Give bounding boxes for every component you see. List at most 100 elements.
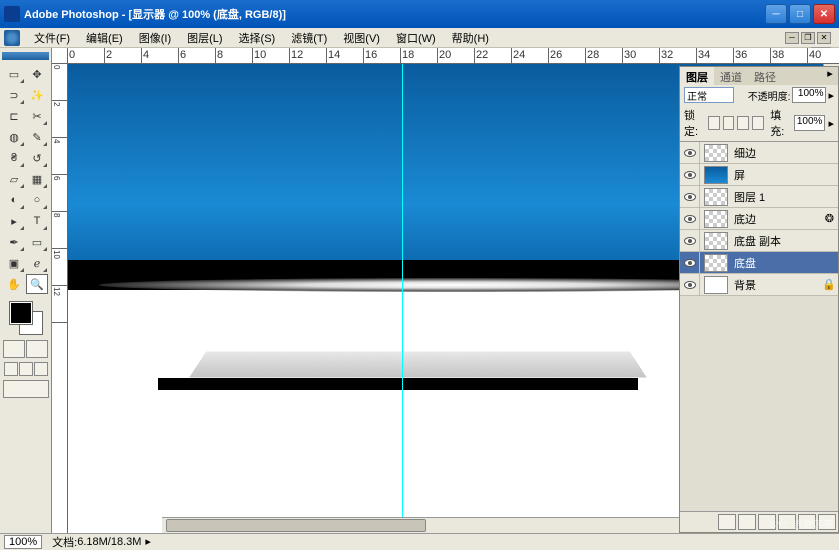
visibility-toggle[interactable] [680,142,700,163]
vertical-guide[interactable] [402,64,403,533]
tab-paths[interactable]: 路径 [748,67,782,85]
menu-image[interactable]: 图像(I) [131,28,179,48]
screen-mode-1[interactable] [4,362,18,376]
type-tool[interactable]: T [26,211,48,231]
layer-name[interactable]: 底盘 [732,255,838,271]
eraser-tool[interactable]: ▱ [3,169,25,189]
screen-mode-3[interactable] [34,362,48,376]
lock-transparency-button[interactable] [708,116,720,130]
layer-row[interactable]: 背景🔒 [680,274,838,296]
layer-row[interactable]: 图层 1 [680,186,838,208]
lock-position-button[interactable] [737,116,749,130]
opacity-input[interactable]: 100% [792,87,826,103]
window-title: Adobe Photoshop - [显示器 @ 100% (底盘, RGB/8… [24,6,286,22]
layer-thumbnail[interactable] [704,166,728,184]
layer-fx-button[interactable] [718,514,736,530]
lock-pixels-button[interactable] [723,116,735,130]
slice-tool[interactable]: ✂ [26,106,48,126]
menu-window[interactable]: 窗口(W) [388,28,444,48]
notes-tool[interactable]: ▣ [3,253,25,273]
fill-flyout-icon[interactable]: ▸ [828,117,834,130]
vertical-ruler[interactable]: 024681012 [52,64,68,533]
h-scroll-thumb[interactable] [166,519,426,532]
minimize-button[interactable]: ─ [765,4,787,24]
menu-view[interactable]: 视图(V) [335,28,388,48]
jump-to-imageready-button[interactable] [3,380,49,398]
layer-base-top-render [189,352,647,378]
path-tool[interactable]: ▸ [3,211,25,231]
layer-row[interactable]: 底盘 [680,252,838,274]
menu-edit[interactable]: 编辑(E) [78,28,131,48]
layer-name[interactable]: 底盘 副本 [732,233,838,249]
menu-help[interactable]: 帮助(H) [444,28,497,48]
lock-all-button[interactable] [752,116,764,130]
lasso-tool[interactable]: ⊃ [3,85,25,105]
layer-row[interactable]: 底边❂ [680,208,838,230]
crop-tool[interactable]: ⊏ [3,106,25,126]
layer-row[interactable]: 屏 [680,164,838,186]
quickmask-mode-button[interactable] [26,340,48,358]
wand-tool[interactable]: ✨ [26,85,48,105]
history-brush-tool[interactable]: ↺ [26,148,48,168]
layer-thumbnail[interactable] [704,232,728,250]
color-picker[interactable] [8,300,44,336]
close-button[interactable]: ✕ [813,4,835,24]
ruler-origin[interactable] [52,48,68,64]
layer-thumbnail[interactable] [704,276,728,294]
status-flyout-icon[interactable]: ▸ [145,535,151,548]
standard-mode-button[interactable] [3,340,25,358]
blur-tool[interactable]: ◐ [3,190,25,210]
panel-menu-button[interactable]: ▸ [822,67,838,85]
zoom-tool[interactable]: 🔍 [26,274,48,294]
layer-name[interactable]: 细边 [732,145,838,161]
layer-name[interactable]: 背景 [732,277,822,293]
layer-name[interactable]: 图层 1 [732,189,838,205]
layer-name[interactable]: 底边 [732,211,825,227]
maximize-button[interactable]: □ [789,4,811,24]
blend-mode-select[interactable]: 正常 [684,87,734,103]
visibility-toggle[interactable] [680,230,700,251]
tab-channels[interactable]: 通道 [714,67,748,85]
shape-tool[interactable]: ▭ [26,232,48,252]
eyedropper-tool[interactable]: ℯ [26,253,48,273]
zoom-input[interactable]: 100% [4,535,42,549]
fill-input[interactable]: 100% [794,115,826,131]
marquee-tool[interactable]: ▭ [3,64,25,84]
app-icon [4,6,20,22]
visibility-toggle[interactable] [680,252,700,273]
fx-icon[interactable]: ❂ [825,212,834,225]
layer-row[interactable]: 底盘 副本 [680,230,838,252]
menu-file[interactable]: 文件(F) [26,28,78,48]
layer-thumbnail[interactable] [704,210,728,228]
horizontal-ruler[interactable]: 0246810121416182022242628303234363840424… [68,48,839,64]
menu-layer[interactable]: 图层(L) [179,28,230,48]
menu-select[interactable]: 选择(S) [231,28,284,48]
hand-tool[interactable]: ✋ [3,274,25,294]
visibility-toggle[interactable] [680,208,700,229]
menu-filter[interactable]: 滤镜(T) [283,28,335,48]
foreground-color[interactable] [10,302,32,324]
gradient-tool[interactable]: ▦ [26,169,48,189]
layer-thumbnail[interactable] [704,254,728,272]
screen-mode-2[interactable] [19,362,33,376]
doc-restore-button[interactable]: ❐ [801,32,815,44]
dodge-tool[interactable]: ○ [26,190,48,210]
layer-row[interactable]: 细边 [680,142,838,164]
doc-close-button[interactable]: ✕ [817,32,831,44]
layer-thumbnail[interactable] [704,144,728,162]
heal-tool[interactable]: ◍ [3,127,25,147]
move-tool[interactable]: ✥ [26,64,48,84]
visibility-toggle[interactable] [680,164,700,185]
pen-tool[interactable]: ✒ [3,232,25,252]
tab-layers[interactable]: 图层 [680,67,714,85]
stamp-tool[interactable]: ₴ [3,148,25,168]
toolbox-grip[interactable] [2,52,49,60]
visibility-toggle[interactable] [680,274,700,295]
layer-mask-button[interactable] [738,514,756,530]
opacity-flyout-icon[interactable]: ▸ [828,89,834,102]
doc-minimize-button[interactable]: ─ [785,32,799,44]
brush-tool[interactable]: ✎ [26,127,48,147]
visibility-toggle[interactable] [680,186,700,207]
layer-name[interactable]: 屏 [732,167,838,183]
layer-thumbnail[interactable] [704,188,728,206]
